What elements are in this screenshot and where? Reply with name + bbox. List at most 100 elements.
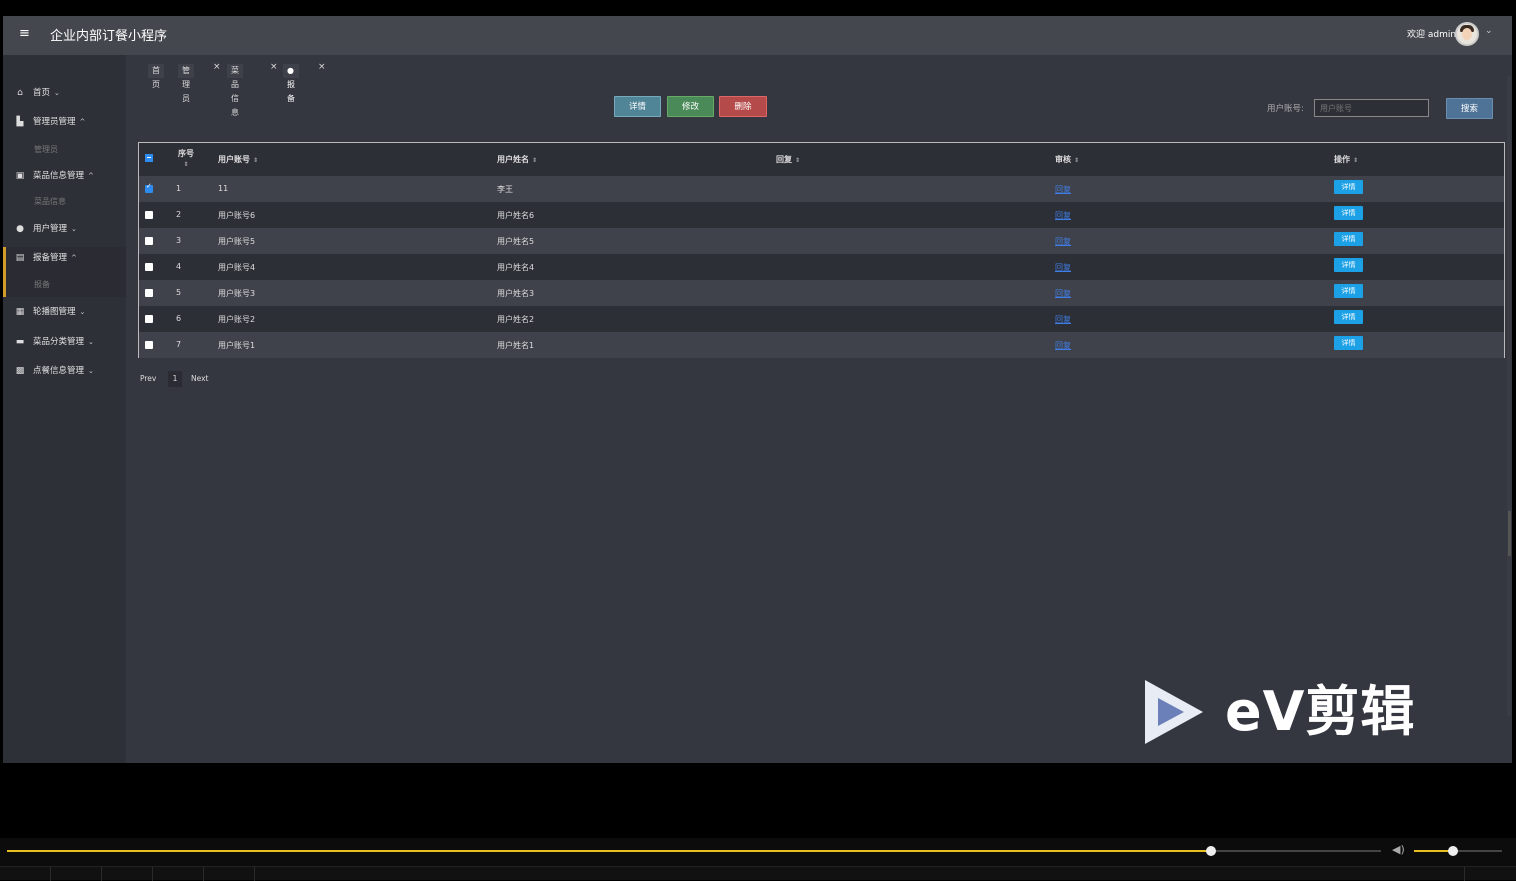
sort-icon[interactable]: ⇕ (532, 157, 537, 164)
chevron-icon: ⌄ (79, 308, 86, 316)
progress-knob[interactable] (1205, 846, 1216, 856)
chevron-icon: ⌄ (71, 225, 77, 233)
progress-track[interactable] (7, 850, 1381, 852)
column-header-audit[interactable]: 审核 ⇕ (1055, 154, 1079, 165)
tab-admin[interactable]: 管理员 (178, 64, 194, 103)
reply-link[interactable]: 回复 (1055, 210, 1071, 221)
search-input[interactable] (1314, 99, 1429, 117)
volume-knob[interactable] (1447, 846, 1458, 856)
table-row[interactable]: 3 用户账号5 用户姓名5 回复 详情 (139, 228, 1504, 254)
vertical-scrollbar[interactable] (1507, 76, 1511, 716)
ev-watermark: eV剪辑 (1145, 680, 1445, 750)
sidebar-item-dish-management[interactable]: ▣ 菜品信息管理 ^ (3, 165, 126, 187)
sidebar-item-home[interactable]: ⌂ 首页 ⌄ (3, 82, 126, 104)
row-detail-button[interactable]: 详情 (1334, 284, 1363, 298)
top-header: ≡ 企业内部订餐小程序 欢迎 admin ⌄ (3, 16, 1512, 55)
row-detail-button[interactable]: 详情 (1334, 180, 1363, 194)
avatar-face (1462, 28, 1472, 40)
report-icon: ▤ (15, 253, 25, 263)
delete-button[interactable]: 删除 (719, 96, 767, 117)
reply-link[interactable]: 回复 (1055, 314, 1071, 325)
table-row[interactable]: 111李王回复详情 (139, 176, 1504, 202)
reply-link[interactable]: 回复 (1055, 340, 1071, 351)
close-icon[interactable]: × (270, 62, 278, 72)
chevron-icon: ⌄ (54, 89, 60, 97)
sidebar-item-order-management[interactable]: ▩ 点餐信息管理 ⌄ (3, 360, 126, 382)
table-row[interactable]: 6 用户账号2 用户姓名2 回复 详情 (139, 306, 1504, 332)
sidebar: ⌂ 首页 ⌄ ▙ 管理员管理 ^ 管理员 ▣ 菜品信息管理 ^ 菜品信息 ● 用户管理… (3, 55, 126, 763)
sidebar-sub-dish-info[interactable]: 菜品信息 (34, 194, 114, 210)
next-page-button[interactable]: Next (191, 371, 208, 387)
row-checkbox[interactable] (145, 211, 153, 219)
page-number-current[interactable]: 1 (168, 371, 182, 387)
close-icon[interactable]: × (213, 62, 221, 72)
sidebar-item-user-management[interactable]: ● 用户管理 ⌄ (3, 218, 126, 240)
close-icon[interactable]: × (318, 62, 326, 72)
volume-icon[interactable]: ◀) (1392, 843, 1405, 856)
dish-icon: ▣ (15, 171, 25, 181)
column-header-action[interactable]: 操作 ⇕ (1334, 154, 1358, 165)
sort-icon[interactable]: ⇕ (183, 161, 188, 168)
detail-button[interactable]: 详情 (614, 96, 661, 117)
table-row[interactable]: 7 用户账号1 用户姓名1 回复 详情 (139, 332, 1504, 358)
column-header-index[interactable]: 序号 ⇕ (176, 148, 196, 168)
toolbar-divider (1464, 867, 1465, 881)
cell-index: 4 (176, 262, 182, 271)
volume-track[interactable] (1414, 850, 1502, 852)
sort-icon[interactable]: ⇕ (795, 157, 800, 164)
table-row[interactable]: 4 用户账号4 用户姓名4 回复 详情 (139, 254, 1504, 280)
welcome-text: 欢迎 admin (1407, 30, 1457, 40)
reply-link[interactable]: 回复 (1055, 262, 1071, 273)
tab-dish-info[interactable]: 菜品信息 (227, 64, 243, 117)
cell-name: 用户姓名1 (497, 341, 535, 350)
sidebar-item-category-management[interactable]: ▬ 菜品分类管理 ⌄ (3, 331, 126, 353)
row-detail-button[interactable]: 详情 (1334, 310, 1363, 324)
search-label: 用户账号: (1267, 104, 1304, 114)
cell-account: 用户账号5 (218, 237, 256, 246)
row-detail-button[interactable]: 详情 (1334, 258, 1363, 272)
chevron-down-icon[interactable]: ⌄ (1485, 26, 1493, 36)
sidebar-sub-admin[interactable]: 管理员 (34, 142, 114, 158)
row-checkbox[interactable] (145, 182, 153, 193)
reply-link[interactable]: 回复 (1055, 184, 1071, 195)
table-row[interactable]: 5 用户账号3 用户姓名3 回复 详情 (139, 280, 1504, 306)
column-header-name[interactable]: 用户姓名 ⇕ (497, 154, 537, 165)
sidebar-item-admin-management[interactable]: ▙ 管理员管理 ^ (3, 111, 126, 133)
row-detail-button[interactable]: 详情 (1334, 206, 1363, 220)
reply-link[interactable]: 回复 (1055, 288, 1071, 299)
row-checkbox[interactable] (145, 289, 153, 297)
reply-link[interactable]: 回复 (1055, 236, 1071, 247)
avatar[interactable] (1455, 22, 1479, 46)
sidebar-item-carousel-management[interactable]: ▦ 轮播图管理 ⌄ (3, 301, 126, 323)
row-detail-button[interactable]: 详情 (1334, 232, 1363, 246)
prev-page-button[interactable]: Prev (140, 371, 156, 387)
column-header-account[interactable]: 用户账号 ⇕ (218, 154, 258, 165)
edit-button[interactable]: 修改 (667, 96, 714, 117)
chevron-icon: ^ (79, 118, 86, 126)
sort-icon[interactable]: ⇕ (1353, 157, 1358, 164)
tab-home[interactable]: 首页 (148, 64, 164, 89)
order-icon: ▩ (15, 366, 25, 376)
scrollbar-thumb[interactable] (1508, 511, 1511, 556)
row-checkbox[interactable] (145, 315, 153, 323)
cell-index: 6 (176, 314, 182, 323)
table-row[interactable]: 2 用户账号6 用户姓名6 回复 详情 (139, 202, 1504, 228)
cell-account: 用户账号4 (218, 263, 256, 272)
chevron-icon: ⌄ (88, 367, 94, 375)
hamburger-menu-icon[interactable]: ≡ (19, 27, 33, 41)
row-checkbox[interactable] (145, 237, 153, 245)
row-detail-button[interactable]: 详情 (1334, 336, 1363, 350)
chevron-icon: ^ (88, 172, 94, 180)
search-button[interactable]: 搜索 (1446, 98, 1493, 119)
select-all-checkbox[interactable] (145, 154, 153, 162)
sort-icon[interactable]: ⇕ (253, 157, 258, 164)
column-header-reply[interactable]: 回复 ⇕ (776, 154, 800, 165)
sidebar-sub-report[interactable]: 报备 (34, 277, 114, 293)
cell-account: 11 (218, 184, 229, 193)
tab-report[interactable]: ●报备 (283, 64, 299, 103)
sort-icon[interactable]: ⇕ (1074, 157, 1079, 164)
row-checkbox[interactable] (145, 341, 153, 349)
row-checkbox[interactable] (145, 263, 153, 271)
cell-account: 用户账号3 (218, 289, 256, 298)
data-table: 序号⇕ 用户账号⇕ 用户姓名⇕ 回复⇕ 审核⇕ 操作⇕ 111李王回复详情2用户… (138, 142, 1505, 358)
